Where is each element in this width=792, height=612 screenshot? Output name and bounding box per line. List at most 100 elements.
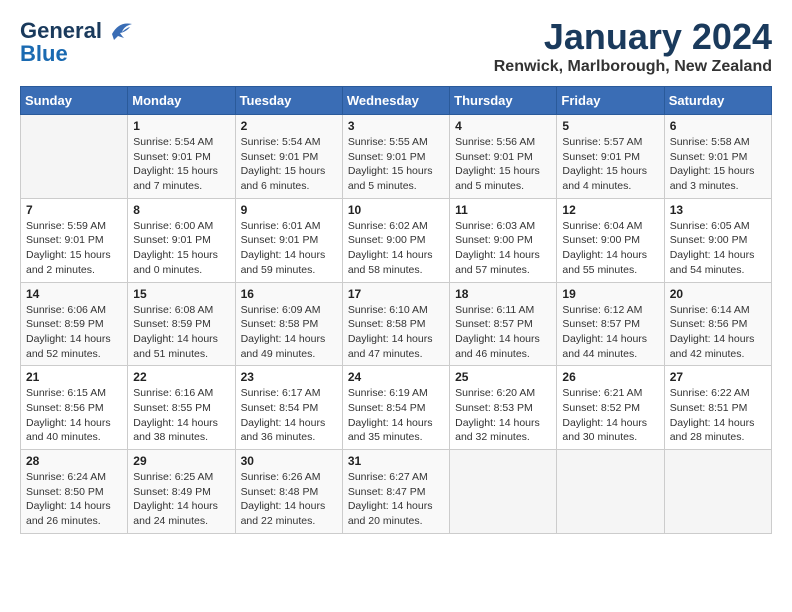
day-number: 30 [241,454,337,468]
day-info: Sunrise: 6:19 AM Sunset: 8:54 PM Dayligh… [348,386,444,445]
day-info: Sunrise: 6:06 AM Sunset: 8:59 PM Dayligh… [26,303,122,362]
day-number: 17 [348,287,444,301]
day-info: Sunrise: 5:58 AM Sunset: 9:01 PM Dayligh… [670,135,766,194]
day-number: 19 [562,287,658,301]
day-number: 11 [455,203,551,217]
weekday-header: Monday [128,87,235,115]
calendar-cell: 7 Sunrise: 5:59 AM Sunset: 9:01 PM Daylig… [21,198,128,282]
day-info: Sunrise: 6:02 AM Sunset: 9:00 PM Dayligh… [348,219,444,278]
day-info: Sunrise: 5:59 AM Sunset: 9:01 PM Dayligh… [26,219,122,278]
calendar-cell [21,115,128,199]
day-number: 7 [26,203,122,217]
day-number: 23 [241,370,337,384]
day-number: 9 [241,203,337,217]
day-number: 18 [455,287,551,301]
calendar-cell: 20 Sunrise: 6:14 AM Sunset: 8:56 PM Dayli… [664,282,771,366]
calendar-cell: 18 Sunrise: 6:11 AM Sunset: 8:57 PM Dayli… [450,282,557,366]
calendar-cell [450,450,557,534]
day-number: 2 [241,119,337,133]
title-area: January 2024 Renwick, Marlborough, New Z… [494,16,772,76]
day-number: 5 [562,119,658,133]
month-title: January 2024 [494,16,772,58]
calendar-cell: 15Sunrise: 6:08 AM Sunset: 8:59 PM Dayli… [128,282,235,366]
day-number: 26 [562,370,658,384]
calendar-cell: 25Sunrise: 6:20 AM Sunset: 8:53 PM Dayli… [450,366,557,450]
calendar-cell: 23 Sunrise: 6:17 AM Sunset: 8:54 PM Dayli… [235,366,342,450]
day-number: 4 [455,119,551,133]
calendar-week-row: 28Sunrise: 6:24 AM Sunset: 8:50 PM Dayli… [21,450,772,534]
day-info: Sunrise: 6:12 AM Sunset: 8:57 PM Dayligh… [562,303,658,362]
day-info: Sunrise: 6:15 AM Sunset: 8:56 PM Dayligh… [26,386,122,445]
calendar-cell: 21Sunrise: 6:15 AM Sunset: 8:56 PM Dayli… [21,366,128,450]
day-number: 10 [348,203,444,217]
calendar-cell: 19 Sunrise: 6:12 AM Sunset: 8:57 PM Dayli… [557,282,664,366]
calendar-cell: 12 Sunrise: 6:04 AM Sunset: 9:00 PM Dayli… [557,198,664,282]
calendar-cell: 3Sunrise: 5:55 AM Sunset: 9:01 PM Daylig… [342,115,449,199]
weekday-header: Thursday [450,87,557,115]
calendar-cell: 24 Sunrise: 6:19 AM Sunset: 8:54 PM Dayli… [342,366,449,450]
day-info: Sunrise: 6:08 AM Sunset: 8:59 PM Dayligh… [133,303,229,362]
day-number: 28 [26,454,122,468]
day-info: Sunrise: 6:11 AM Sunset: 8:57 PM Dayligh… [455,303,551,362]
calendar-week-row: 1 Sunrise: 5:54 AM Sunset: 9:01 PM Daylig… [21,115,772,199]
day-info: Sunrise: 6:25 AM Sunset: 8:49 PM Dayligh… [133,470,229,529]
day-info: Sunrise: 5:54 AM Sunset: 9:01 PM Dayligh… [133,135,229,194]
day-number: 29 [133,454,229,468]
day-info: Sunrise: 6:10 AM Sunset: 8:58 PM Dayligh… [348,303,444,362]
calendar-week-row: 7 Sunrise: 5:59 AM Sunset: 9:01 PM Daylig… [21,198,772,282]
day-number: 12 [562,203,658,217]
day-info: Sunrise: 5:57 AM Sunset: 9:01 PM Dayligh… [562,135,658,194]
day-info: Sunrise: 6:22 AM Sunset: 8:51 PM Dayligh… [670,386,766,445]
calendar-cell: 28Sunrise: 6:24 AM Sunset: 8:50 PM Dayli… [21,450,128,534]
day-info: Sunrise: 6:27 AM Sunset: 8:47 PM Dayligh… [348,470,444,529]
weekday-header: Saturday [664,87,771,115]
day-number: 1 [133,119,229,133]
day-number: 24 [348,370,444,384]
day-number: 6 [670,119,766,133]
day-number: 31 [348,454,444,468]
calendar-cell: 9Sunrise: 6:01 AM Sunset: 9:01 PM Daylig… [235,198,342,282]
day-info: Sunrise: 6:03 AM Sunset: 9:00 PM Dayligh… [455,219,551,278]
day-number: 27 [670,370,766,384]
weekday-header: Tuesday [235,87,342,115]
day-info: Sunrise: 5:54 AM Sunset: 9:01 PM Dayligh… [241,135,337,194]
calendar-week-row: 14 Sunrise: 6:06 AM Sunset: 8:59 PM Dayli… [21,282,772,366]
calendar-cell: 13Sunrise: 6:05 AM Sunset: 9:00 PM Dayli… [664,198,771,282]
day-info: Sunrise: 5:56 AM Sunset: 9:01 PM Dayligh… [455,135,551,194]
location: Renwick, Marlborough, New Zealand [494,58,772,76]
calendar-cell: 30 Sunrise: 6:26 AM Sunset: 8:48 PM Dayli… [235,450,342,534]
calendar-cell: 29 Sunrise: 6:25 AM Sunset: 8:49 PM Dayli… [128,450,235,534]
calendar-cell: 27 Sunrise: 6:22 AM Sunset: 8:51 PM Dayli… [664,366,771,450]
calendar-cell: 5 Sunrise: 5:57 AM Sunset: 9:01 PM Daylig… [557,115,664,199]
day-number: 20 [670,287,766,301]
calendar-cell: 11 Sunrise: 6:03 AM Sunset: 9:00 PM Dayli… [450,198,557,282]
day-number: 13 [670,203,766,217]
weekday-header: Wednesday [342,87,449,115]
weekday-header-row: SundayMondayTuesdayWednesdayThursdayFrid… [21,87,772,115]
day-info: Sunrise: 6:26 AM Sunset: 8:48 PM Dayligh… [241,470,337,529]
calendar-cell: 16Sunrise: 6:09 AM Sunset: 8:58 PM Dayli… [235,282,342,366]
calendar-cell: 31 Sunrise: 6:27 AM Sunset: 8:47 PM Dayli… [342,450,449,534]
calendar-cell: 2 Sunrise: 5:54 AM Sunset: 9:01 PM Daylig… [235,115,342,199]
page-header: General Blue January 2024 Renwick, Marlb… [20,16,772,76]
day-info: Sunrise: 6:16 AM Sunset: 8:55 PM Dayligh… [133,386,229,445]
logo-blue: Blue [20,42,68,66]
day-info: Sunrise: 6:04 AM Sunset: 9:00 PM Dayligh… [562,219,658,278]
calendar-cell [664,450,771,534]
day-number: 3 [348,119,444,133]
calendar-cell: 8 Sunrise: 6:00 AM Sunset: 9:01 PM Daylig… [128,198,235,282]
calendar-cell: 10 Sunrise: 6:02 AM Sunset: 9:00 PM Dayli… [342,198,449,282]
calendar-week-row: 21Sunrise: 6:15 AM Sunset: 8:56 PM Dayli… [21,366,772,450]
calendar-table: SundayMondayTuesdayWednesdayThursdayFrid… [20,86,772,534]
day-number: 8 [133,203,229,217]
day-number: 14 [26,287,122,301]
day-number: 25 [455,370,551,384]
calendar-cell: 6 Sunrise: 5:58 AM Sunset: 9:01 PM Daylig… [664,115,771,199]
logo-general: General [20,19,102,43]
calendar-cell: 4 Sunrise: 5:56 AM Sunset: 9:01 PM Daylig… [450,115,557,199]
day-info: Sunrise: 6:14 AM Sunset: 8:56 PM Dayligh… [670,303,766,362]
calendar-cell: 22 Sunrise: 6:16 AM Sunset: 8:55 PM Dayli… [128,366,235,450]
day-number: 22 [133,370,229,384]
day-info: Sunrise: 6:00 AM Sunset: 9:01 PM Dayligh… [133,219,229,278]
day-info: Sunrise: 6:17 AM Sunset: 8:54 PM Dayligh… [241,386,337,445]
